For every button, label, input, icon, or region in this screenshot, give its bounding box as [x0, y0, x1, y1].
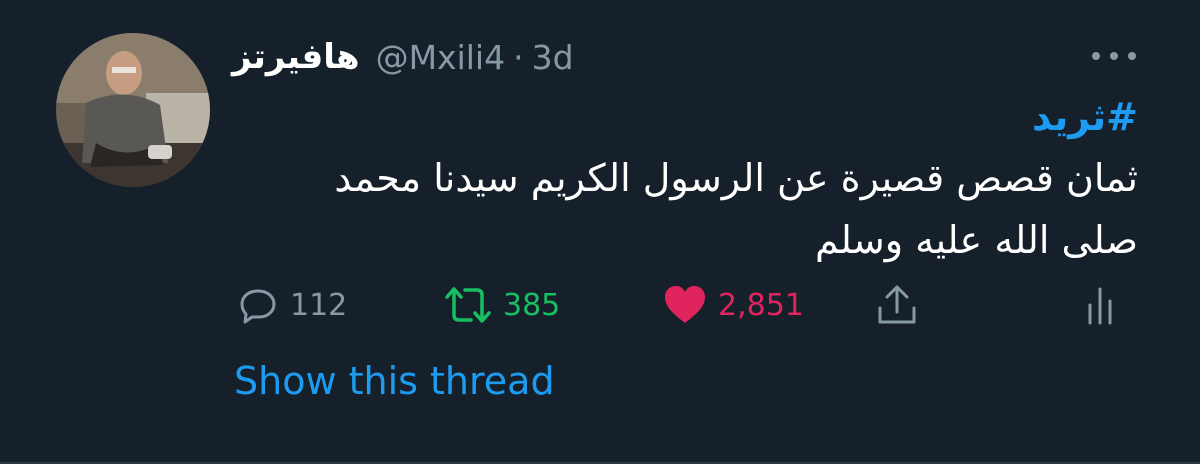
show-thread-link[interactable]: Show this thread	[234, 356, 555, 406]
share-icon	[878, 285, 916, 324]
tweet-text-line-1: ثمان قصص قصيرة عن الرسول الكريم سيدنا مح…	[334, 156, 1138, 200]
avatar[interactable]	[56, 33, 210, 187]
hashtag-line: #ثريد	[232, 92, 1138, 142]
heart-icon	[665, 286, 705, 323]
reply-count: 112	[290, 287, 348, 323]
share-button[interactable]	[874, 282, 920, 328]
tweet-card[interactable]: هافيرتز @Mxili4 · 3d #ثريد ثمان قصص قصير…	[0, 0, 1200, 464]
hashtag-link[interactable]: #ثريد	[1032, 95, 1138, 139]
action-bar: 112 385 2,851	[0, 282, 1200, 328]
analytics-button[interactable]	[1084, 282, 1116, 328]
reply-button[interactable]: 112	[236, 282, 347, 328]
tweet-header: هافيرتز @Mxili4 · 3d	[232, 32, 574, 82]
more-dot	[1128, 52, 1136, 60]
analytics-icon	[1088, 287, 1112, 325]
display-name[interactable]: هافيرتز	[232, 37, 360, 77]
tweet-text-line-2: صلى الله عليه وسلم	[815, 218, 1138, 262]
more-dot	[1110, 52, 1118, 60]
more-dot	[1092, 52, 1100, 60]
separator-dot: ·	[513, 37, 524, 77]
like-button[interactable]: 2,851	[662, 282, 804, 328]
timestamp[interactable]: 3d	[532, 38, 574, 77]
retweet-button[interactable]: 385	[443, 282, 560, 328]
reply-icon	[240, 289, 276, 324]
retweet-icon	[445, 287, 491, 323]
more-horizontal-icon[interactable]	[1092, 48, 1136, 64]
retweet-count: 385	[503, 287, 561, 323]
user-handle[interactable]: @Mxili4	[376, 38, 506, 77]
like-count: 2,851	[718, 287, 804, 323]
